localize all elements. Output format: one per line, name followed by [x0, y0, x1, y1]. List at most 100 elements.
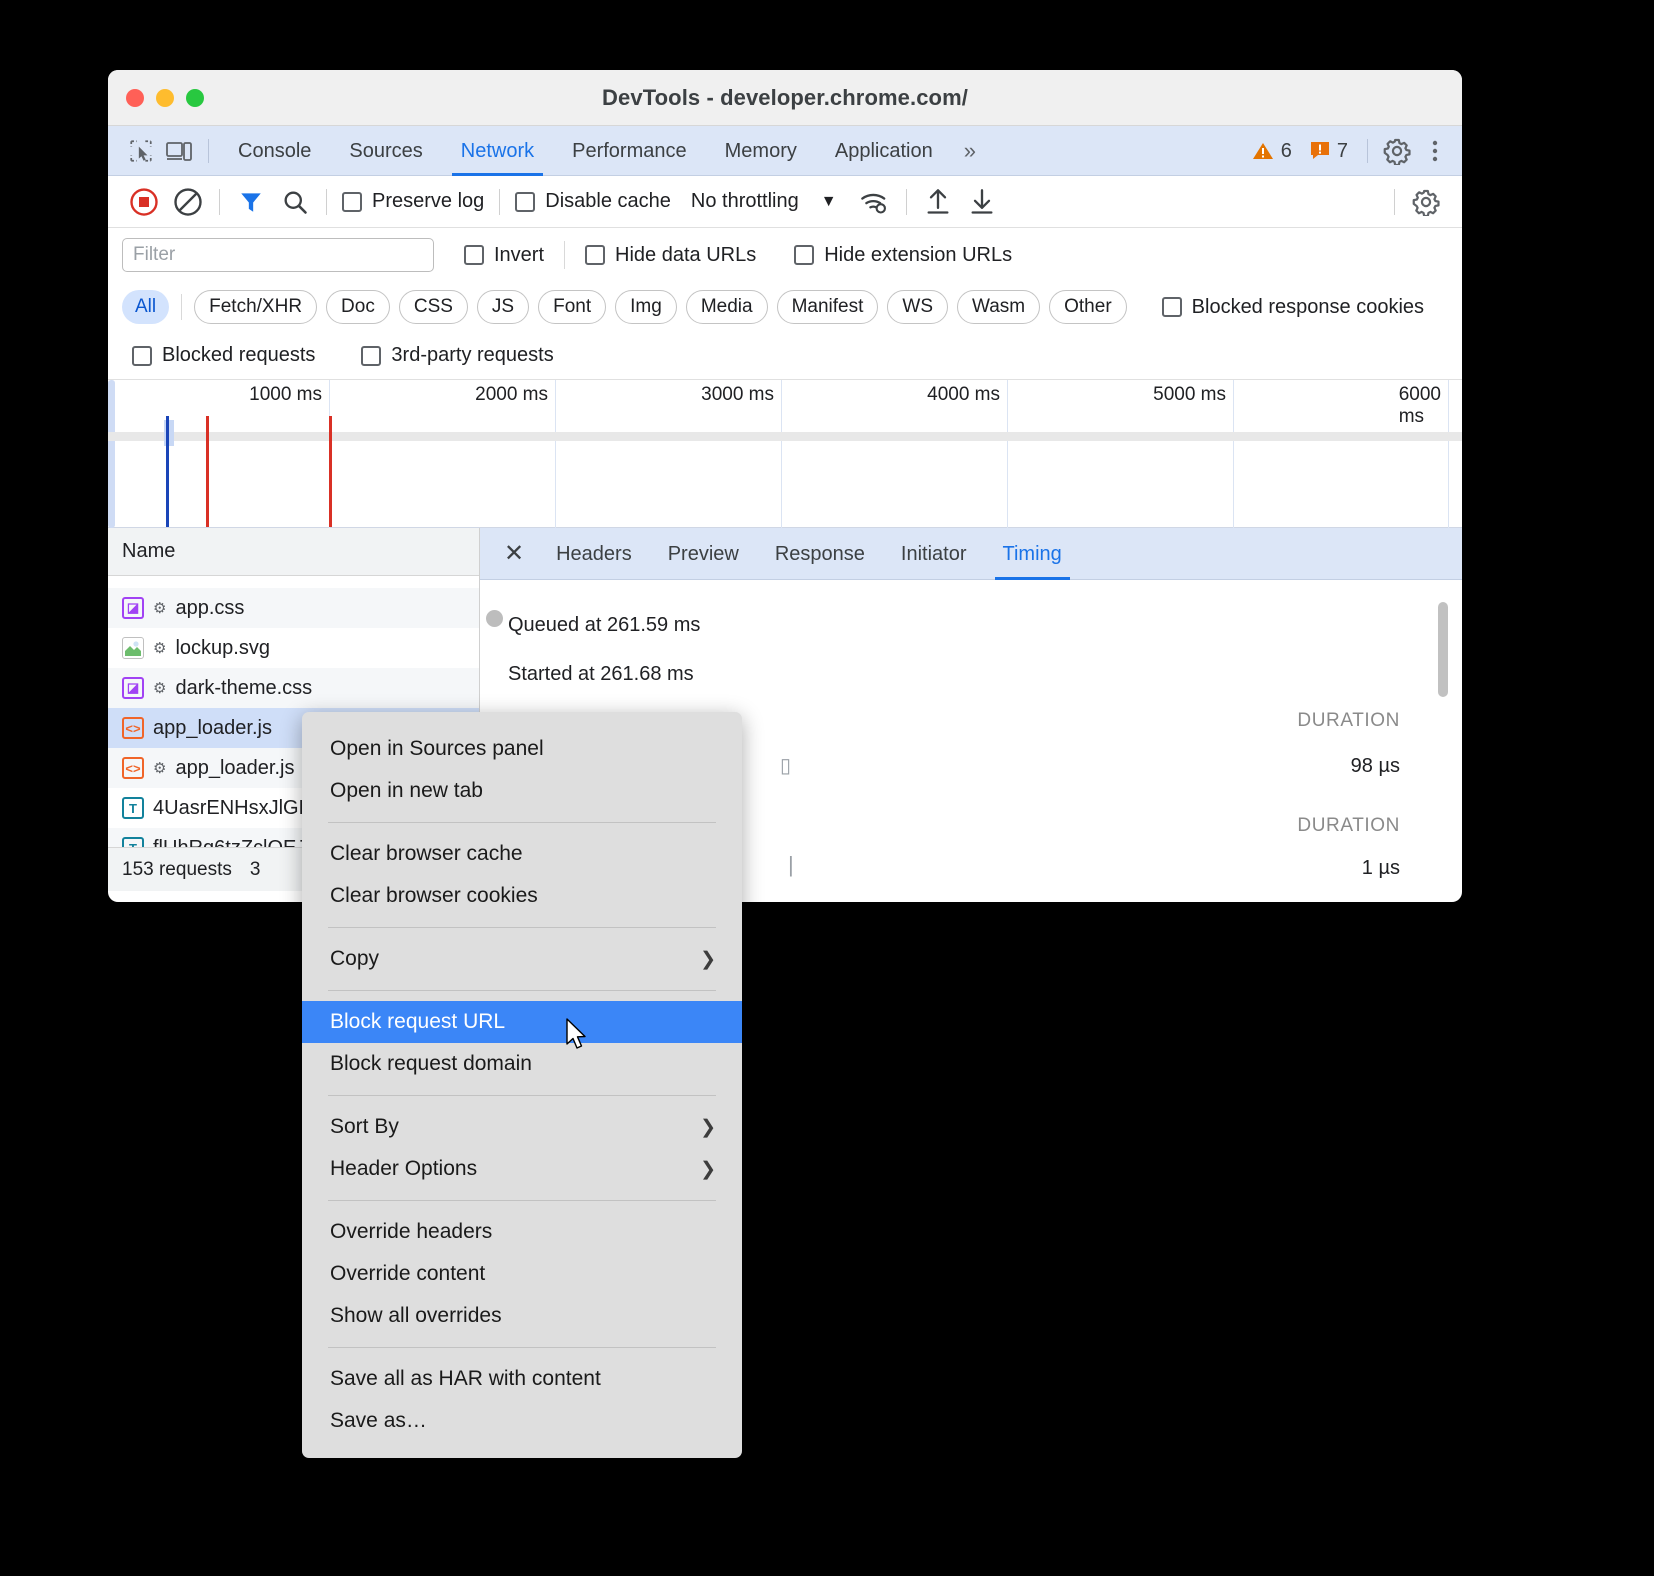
invert-box[interactable]: [464, 245, 484, 265]
tab-memory[interactable]: Memory: [706, 126, 816, 176]
type-filter-doc[interactable]: Doc: [326, 290, 390, 324]
search-icon[interactable]: [273, 180, 317, 224]
hide-data-urls-box[interactable]: [585, 245, 605, 265]
menu-item-show-all-overrides[interactable]: Show all overrides: [302, 1295, 742, 1337]
close-icon[interactable]: ✕: [504, 539, 538, 568]
menu-item-clear-browser-cache[interactable]: Clear browser cache: [302, 833, 742, 875]
toolbar-divider-1: [219, 189, 220, 215]
tab-performance[interactable]: Performance: [553, 126, 706, 176]
menu-item-override-headers[interactable]: Override headers: [302, 1211, 742, 1253]
request-name: lockup.svg: [175, 637, 270, 660]
hide-data-urls-checkbox[interactable]: Hide data URLs: [579, 244, 762, 267]
network-settings-gear-icon[interactable]: [1404, 180, 1448, 224]
more-tabs-icon[interactable]: »: [952, 138, 986, 164]
window-titlebar: DevTools - developer.chrome.com/: [108, 70, 1462, 126]
menu-item-clear-browser-cookies[interactable]: Clear browser cookies: [302, 875, 742, 917]
chevron-right-icon: ❯: [700, 948, 716, 971]
table-row[interactable]: ◪ ⚙ dark-theme.css: [108, 668, 479, 708]
disable-cache-checkbox[interactable]: Disable cache: [509, 190, 677, 213]
blocked-response-cookies-box[interactable]: [1162, 297, 1182, 317]
errors-count: 7: [1337, 140, 1348, 163]
more-options-icon[interactable]: [1416, 132, 1454, 170]
started-at-text: Started at 261.68 ms: [508, 663, 1462, 686]
errors-indicator[interactable]: 7: [1301, 140, 1357, 163]
menu-item-override-content[interactable]: Override content: [302, 1253, 742, 1295]
menu-item-header-options[interactable]: Header Options ❯: [302, 1148, 742, 1190]
disable-cache-box[interactable]: [515, 192, 535, 212]
blocked-response-cookies-checkbox[interactable]: Blocked response cookies: [1156, 296, 1430, 319]
export-har-icon[interactable]: [960, 180, 1004, 224]
tab-console[interactable]: Console: [219, 126, 330, 176]
request-list-header[interactable]: Name: [108, 528, 479, 576]
third-party-requests-checkbox[interactable]: 3rd-party requests: [355, 344, 559, 367]
gear-icon[interactable]: [1378, 132, 1416, 170]
inspect-element-icon[interactable]: [122, 132, 160, 170]
hide-extension-urls-box[interactable]: [794, 245, 814, 265]
preserve-log-label: Preserve log: [372, 190, 484, 213]
tab-headers[interactable]: Headers: [538, 528, 650, 580]
chevron-down-icon[interactable]: ▼: [821, 193, 837, 211]
filter-funnel-icon[interactable]: [229, 180, 273, 224]
type-filter-font[interactable]: Font: [538, 290, 606, 324]
type-filter-css[interactable]: CSS: [399, 290, 468, 324]
menu-label: Sort By: [330, 1115, 399, 1139]
overview-selection-left-handle[interactable]: [108, 380, 115, 528]
type-filter-other[interactable]: Other: [1049, 290, 1127, 324]
warnings-indicator[interactable]: 6: [1243, 140, 1301, 163]
tab-preview[interactable]: Preview: [650, 528, 757, 580]
type-filter-ws[interactable]: WS: [887, 290, 948, 324]
third-party-requests-label: 3rd-party requests: [391, 344, 553, 367]
menu-item-open-in-sources-panel[interactable]: Open in Sources panel: [302, 728, 742, 770]
preserve-log-checkbox[interactable]: Preserve log: [336, 190, 490, 213]
duration-value-1: 98 µs: [1351, 755, 1400, 778]
detail-scrollbar-thumb[interactable]: [1438, 602, 1448, 697]
timing-bar-2: |: [788, 852, 794, 878]
type-filter-wasm[interactable]: Wasm: [957, 290, 1040, 324]
detail-scrollbar[interactable]: [1438, 602, 1448, 872]
split-resize-handle[interactable]: [486, 610, 503, 627]
menu-item-save-as[interactable]: Save as…: [302, 1400, 742, 1442]
type-filter-manifest[interactable]: Manifest: [777, 290, 879, 324]
table-row[interactable]: ⚙ lockup.svg: [108, 628, 479, 668]
third-party-requests-box[interactable]: [361, 346, 381, 366]
request-context-menu[interactable]: Open in Sources panel Open in new tab Cl…: [302, 712, 742, 1458]
menu-item-copy[interactable]: Copy ❯: [302, 938, 742, 980]
tab-network[interactable]: Network: [442, 126, 553, 176]
clear-icon[interactable]: [166, 180, 210, 224]
import-har-icon[interactable]: [916, 180, 960, 224]
type-filter-img[interactable]: Img: [615, 290, 677, 324]
throttling-select[interactable]: No throttling ▼: [685, 190, 837, 213]
invert-checkbox[interactable]: Invert: [458, 244, 550, 267]
disable-cache-label: Disable cache: [545, 190, 671, 213]
overview-gridline: [1233, 380, 1234, 528]
tab-sources[interactable]: Sources: [330, 126, 441, 176]
preserve-log-box[interactable]: [342, 192, 362, 212]
overview-load-line-2: [329, 416, 332, 527]
type-filter-all[interactable]: All: [122, 290, 169, 324]
network-conditions-icon[interactable]: [853, 180, 897, 224]
type-filter-fetch-xhr[interactable]: Fetch/XHR: [194, 290, 317, 324]
network-overview[interactable]: 1000 ms 2000 ms 3000 ms 4000 ms 5000 ms …: [108, 380, 1462, 528]
blocked-requests-checkbox[interactable]: Blocked requests: [126, 344, 321, 367]
search-input[interactable]: Filter: [122, 238, 434, 272]
menu-item-block-request-url[interactable]: Block request URL: [302, 1001, 742, 1043]
tab-application[interactable]: Application: [816, 126, 952, 176]
record-stop-icon[interactable]: [122, 180, 166, 224]
menu-item-block-request-domain[interactable]: Block request domain: [302, 1043, 742, 1085]
tab-timing[interactable]: Timing: [985, 528, 1080, 580]
menu-label: Override content: [330, 1262, 485, 1286]
menu-item-open-in-new-tab[interactable]: Open in new tab: [302, 770, 742, 812]
tab-response[interactable]: Response: [757, 528, 883, 580]
tabbar-right-divider: [1367, 139, 1368, 163]
menu-label: Block request domain: [330, 1052, 532, 1076]
chevron-right-icon: ❯: [700, 1158, 716, 1181]
device-toolbar-icon[interactable]: [160, 132, 198, 170]
menu-item-save-all-as-har-with-content[interactable]: Save all as HAR with content: [302, 1358, 742, 1400]
blocked-requests-box[interactable]: [132, 346, 152, 366]
type-filter-media[interactable]: Media: [686, 290, 768, 324]
tab-initiator[interactable]: Initiator: [883, 528, 985, 580]
hide-extension-urls-checkbox[interactable]: Hide extension URLs: [788, 244, 1018, 267]
menu-item-sort-by[interactable]: Sort By ❯: [302, 1106, 742, 1148]
type-filter-js[interactable]: JS: [477, 290, 529, 324]
table-row[interactable]: ◪ ⚙ app.css: [108, 588, 479, 628]
